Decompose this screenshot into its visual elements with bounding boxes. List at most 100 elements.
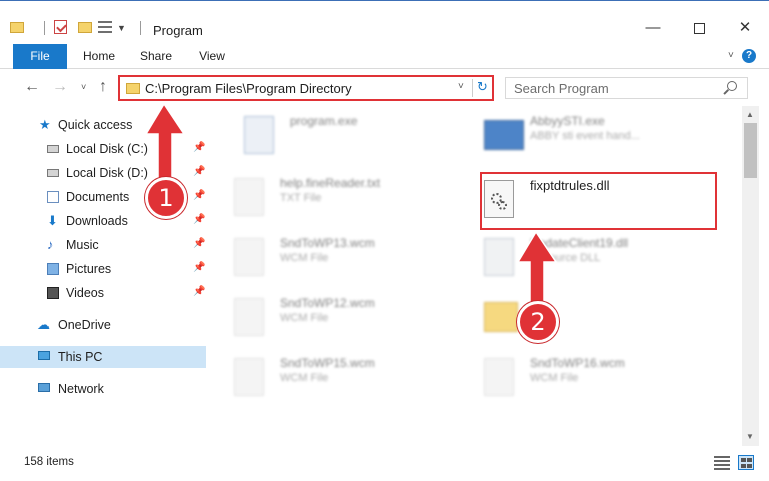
title-bar: ▼ Program — ✕ [0, 0, 769, 44]
sidebar-item-music[interactable]: ♪ Music 📌 [0, 234, 206, 256]
sidebar-item-this-pc[interactable]: This PC [0, 346, 206, 368]
item-count: 158 items [24, 456, 74, 468]
maximize-icon [693, 22, 705, 34]
sidebar-item-label: Pictures [66, 262, 112, 276]
pin-icon[interactable]: 📌 [193, 238, 205, 249]
search-input[interactable]: Search Program [505, 77, 748, 99]
list-item[interactable]: SndToWP13.wcm WCM File [210, 232, 450, 280]
sidebar-item-label: Network [58, 382, 104, 396]
disk-icon [47, 169, 59, 177]
minimize-button[interactable]: — [630, 11, 676, 45]
sidebar-item-label: This PC [58, 350, 103, 364]
navigation-bar: ← → ˅ ↑ C:\Program Files\Program Directo… [0, 70, 769, 106]
file-name: SndToWP13.wcm [280, 236, 375, 250]
sidebar-item-videos[interactable]: Videos 📌 [0, 282, 206, 304]
file-name: SndToWP12.wcm [280, 296, 375, 310]
pin-icon[interactable]: 📌 [193, 262, 205, 273]
exe-file-icon [244, 116, 274, 154]
help-icon[interactable]: ? [742, 49, 756, 63]
sidebar-item-label: OneDrive [58, 318, 111, 332]
maximize-button[interactable] [676, 11, 722, 45]
file-name: help.fineReader.txt [280, 176, 381, 190]
pc-icon [38, 351, 50, 360]
network-icon [38, 383, 50, 392]
list-item[interactable]: SndToWP15.wcm WCM File [210, 352, 450, 400]
sidebar-item-label: Music [66, 238, 99, 252]
new-folder-icon[interactable] [78, 22, 92, 33]
window-title: Program [153, 23, 203, 38]
divider [472, 79, 473, 97]
folder-icon [126, 83, 140, 94]
search-placeholder: Search Program [514, 81, 609, 96]
up-arrow-icon[interactable]: ↑ [99, 78, 107, 96]
recent-locations-icon[interactable]: ˅ [81, 82, 86, 92]
pin-icon[interactable]: 📌 [193, 286, 205, 297]
sidebar-item-label: Local Disk (C:) [66, 142, 148, 156]
file-type: ABBY sti event hand... [530, 130, 640, 142]
list-item[interactable]: program.exe [220, 110, 460, 158]
file-name: AbbyySTI.exe [530, 114, 605, 128]
step-2-badge: 2 [517, 301, 559, 343]
back-arrow-icon[interactable]: ← [24, 78, 40, 96]
refresh-icon[interactable]: ↻ [477, 79, 488, 95]
documents-icon [47, 191, 59, 203]
divider [44, 21, 45, 35]
file-type: WCM File [280, 312, 329, 324]
sidebar-item-pictures[interactable]: Pictures 📌 [0, 258, 206, 280]
file-type: WCM File [280, 252, 329, 264]
file-type: TXT File [280, 192, 322, 204]
list-item[interactable]: SndToWP12.wcm WCM File [210, 292, 450, 340]
tab-file[interactable]: File [13, 44, 67, 69]
chevron-down-icon[interactable]: ▼ [117, 23, 126, 33]
file-name: program.exe [290, 114, 358, 128]
file-name: SndToWP16.wcm [530, 356, 625, 370]
pin-icon[interactable]: 📌 [193, 190, 205, 201]
list-item[interactable]: SndToWP16.wcm WCM File [460, 352, 700, 400]
sidebar-item-onedrive[interactable]: ☁ OneDrive [0, 314, 206, 336]
forward-arrow-icon[interactable]: → [52, 78, 68, 96]
sidebar-item-label: Videos [66, 286, 104, 300]
chevron-down-icon[interactable]: ˅ [458, 81, 464, 92]
file-type: WCM File [530, 372, 579, 384]
text-file-icon [234, 178, 264, 216]
scroll-thumb[interactable] [744, 123, 757, 178]
wcm-file-icon [484, 358, 514, 396]
download-icon: ⬇ [47, 213, 58, 228]
sidebar-item-label: Quick access [58, 118, 133, 132]
ribbon: File Home Share View ˅ ? [0, 44, 769, 69]
tiles-view-icon[interactable] [738, 455, 754, 470]
tab-home[interactable]: Home [78, 44, 120, 69]
sidebar-item-label: Documents [66, 190, 130, 204]
pin-icon[interactable]: 📌 [193, 214, 205, 225]
folder-icon [10, 22, 24, 33]
properties-icon[interactable] [54, 20, 67, 34]
scroll-up-icon[interactable]: ▲ [746, 110, 754, 119]
list-item[interactable] [460, 292, 700, 340]
wcm-file-icon [234, 358, 264, 396]
disk-icon [47, 145, 59, 153]
sidebar-item-network[interactable]: Network [0, 378, 206, 400]
star-icon: ★ [39, 117, 51, 132]
tab-view[interactable]: View [192, 44, 232, 69]
tab-share[interactable]: Share [134, 44, 178, 69]
vertical-scrollbar[interactable]: ▲ ▼ [742, 106, 759, 446]
view-options-icon[interactable] [98, 21, 112, 34]
address-path[interactable]: C:\Program Files\Program Directory [145, 81, 352, 96]
file-name: SndToWP15.wcm [280, 356, 375, 370]
close-button[interactable]: ✕ [722, 11, 768, 45]
file-type: WCM File [280, 372, 329, 384]
pictures-icon [47, 263, 59, 275]
status-bar: 158 items [0, 446, 769, 481]
cloud-icon: ☁ [37, 317, 50, 332]
sidebar-item-label: Downloads [66, 214, 128, 228]
list-item[interactable]: help.fineReader.txt TXT File [210, 172, 450, 220]
expand-ribbon-icon[interactable]: ˅ [728, 50, 734, 61]
file-list: program.exe AbbyySTI.exe ABBY sti event … [210, 106, 740, 446]
search-icon[interactable] [727, 81, 737, 91]
list-item[interactable]: AbbyySTI.exe ABBY sti event hand... [460, 110, 700, 158]
list-item[interactable]: UpdateClient19.dll Resource DLL [460, 232, 700, 280]
address-bar[interactable]: C:\Program Files\Program Directory ˅ ↻ [118, 75, 494, 101]
scroll-down-icon[interactable]: ▼ [746, 432, 754, 441]
exe-file-icon [484, 120, 524, 150]
details-view-icon[interactable] [714, 456, 730, 470]
